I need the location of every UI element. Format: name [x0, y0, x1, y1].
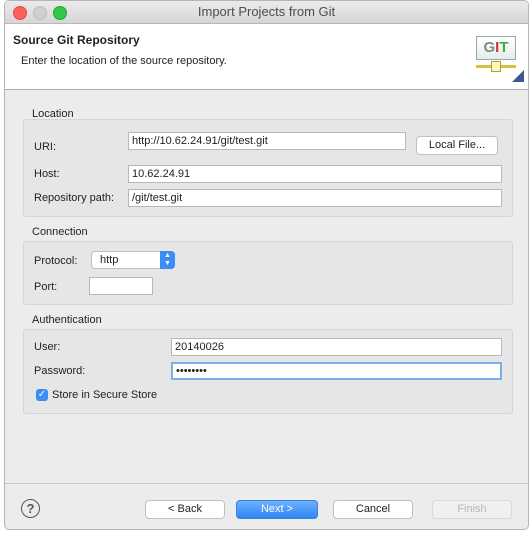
- user-label: User:: [34, 341, 61, 353]
- connection-group-label: Connection: [32, 226, 88, 238]
- git-logo-icon: GIT: [476, 36, 524, 82]
- uri-input[interactable]: http://10.62.24.91/git/test.git: [128, 132, 406, 150]
- local-file-button[interactable]: Local File...: [416, 136, 498, 155]
- protocol-select[interactable]: http ▲ ▼: [91, 251, 175, 269]
- dialog-window: Import Projects from Git Source Git Repo…: [4, 0, 529, 530]
- password-label: Password:: [34, 365, 86, 377]
- zoom-window-button[interactable]: [53, 6, 67, 20]
- password-input[interactable]: ••••••••: [171, 362, 502, 380]
- chevron-updown-icon: ▲ ▼: [160, 251, 175, 269]
- store-secure-checkbox[interactable]: ✓: [36, 389, 48, 401]
- repository-path-label: Repository path:: [34, 192, 115, 204]
- finish-button[interactable]: Finish: [432, 500, 512, 519]
- wizard-header: Source Git Repository Enter the location…: [5, 24, 528, 90]
- repository-path-input[interactable]: /git/test.git: [128, 189, 502, 207]
- host-label: Host:: [34, 168, 60, 180]
- help-icon[interactable]: ?: [21, 499, 40, 518]
- minimize-window-button[interactable]: [33, 6, 47, 20]
- authentication-group-label: Authentication: [32, 314, 102, 326]
- host-input[interactable]: 10.62.24.91: [128, 165, 502, 183]
- store-secure-label: Store in Secure Store: [52, 389, 158, 401]
- page-title: Source Git Repository: [13, 33, 140, 47]
- port-input[interactable]: [89, 277, 153, 295]
- page-description: Enter the location of the source reposit…: [21, 55, 227, 67]
- protocol-label: Protocol:: [34, 255, 78, 267]
- uri-label: URI:: [34, 141, 56, 153]
- user-input[interactable]: 20140026: [171, 338, 502, 356]
- window-title: Import Projects from Git: [197, 4, 336, 19]
- close-window-button[interactable]: [13, 6, 27, 20]
- cancel-button[interactable]: Cancel: [333, 500, 413, 519]
- back-button[interactable]: < Back: [145, 500, 225, 519]
- footer-divider: [5, 483, 528, 484]
- protocol-value: http: [100, 254, 119, 266]
- port-label: Port:: [34, 281, 58, 293]
- next-button[interactable]: Next >: [236, 500, 318, 519]
- title-bar: Import Projects from Git: [5, 1, 528, 24]
